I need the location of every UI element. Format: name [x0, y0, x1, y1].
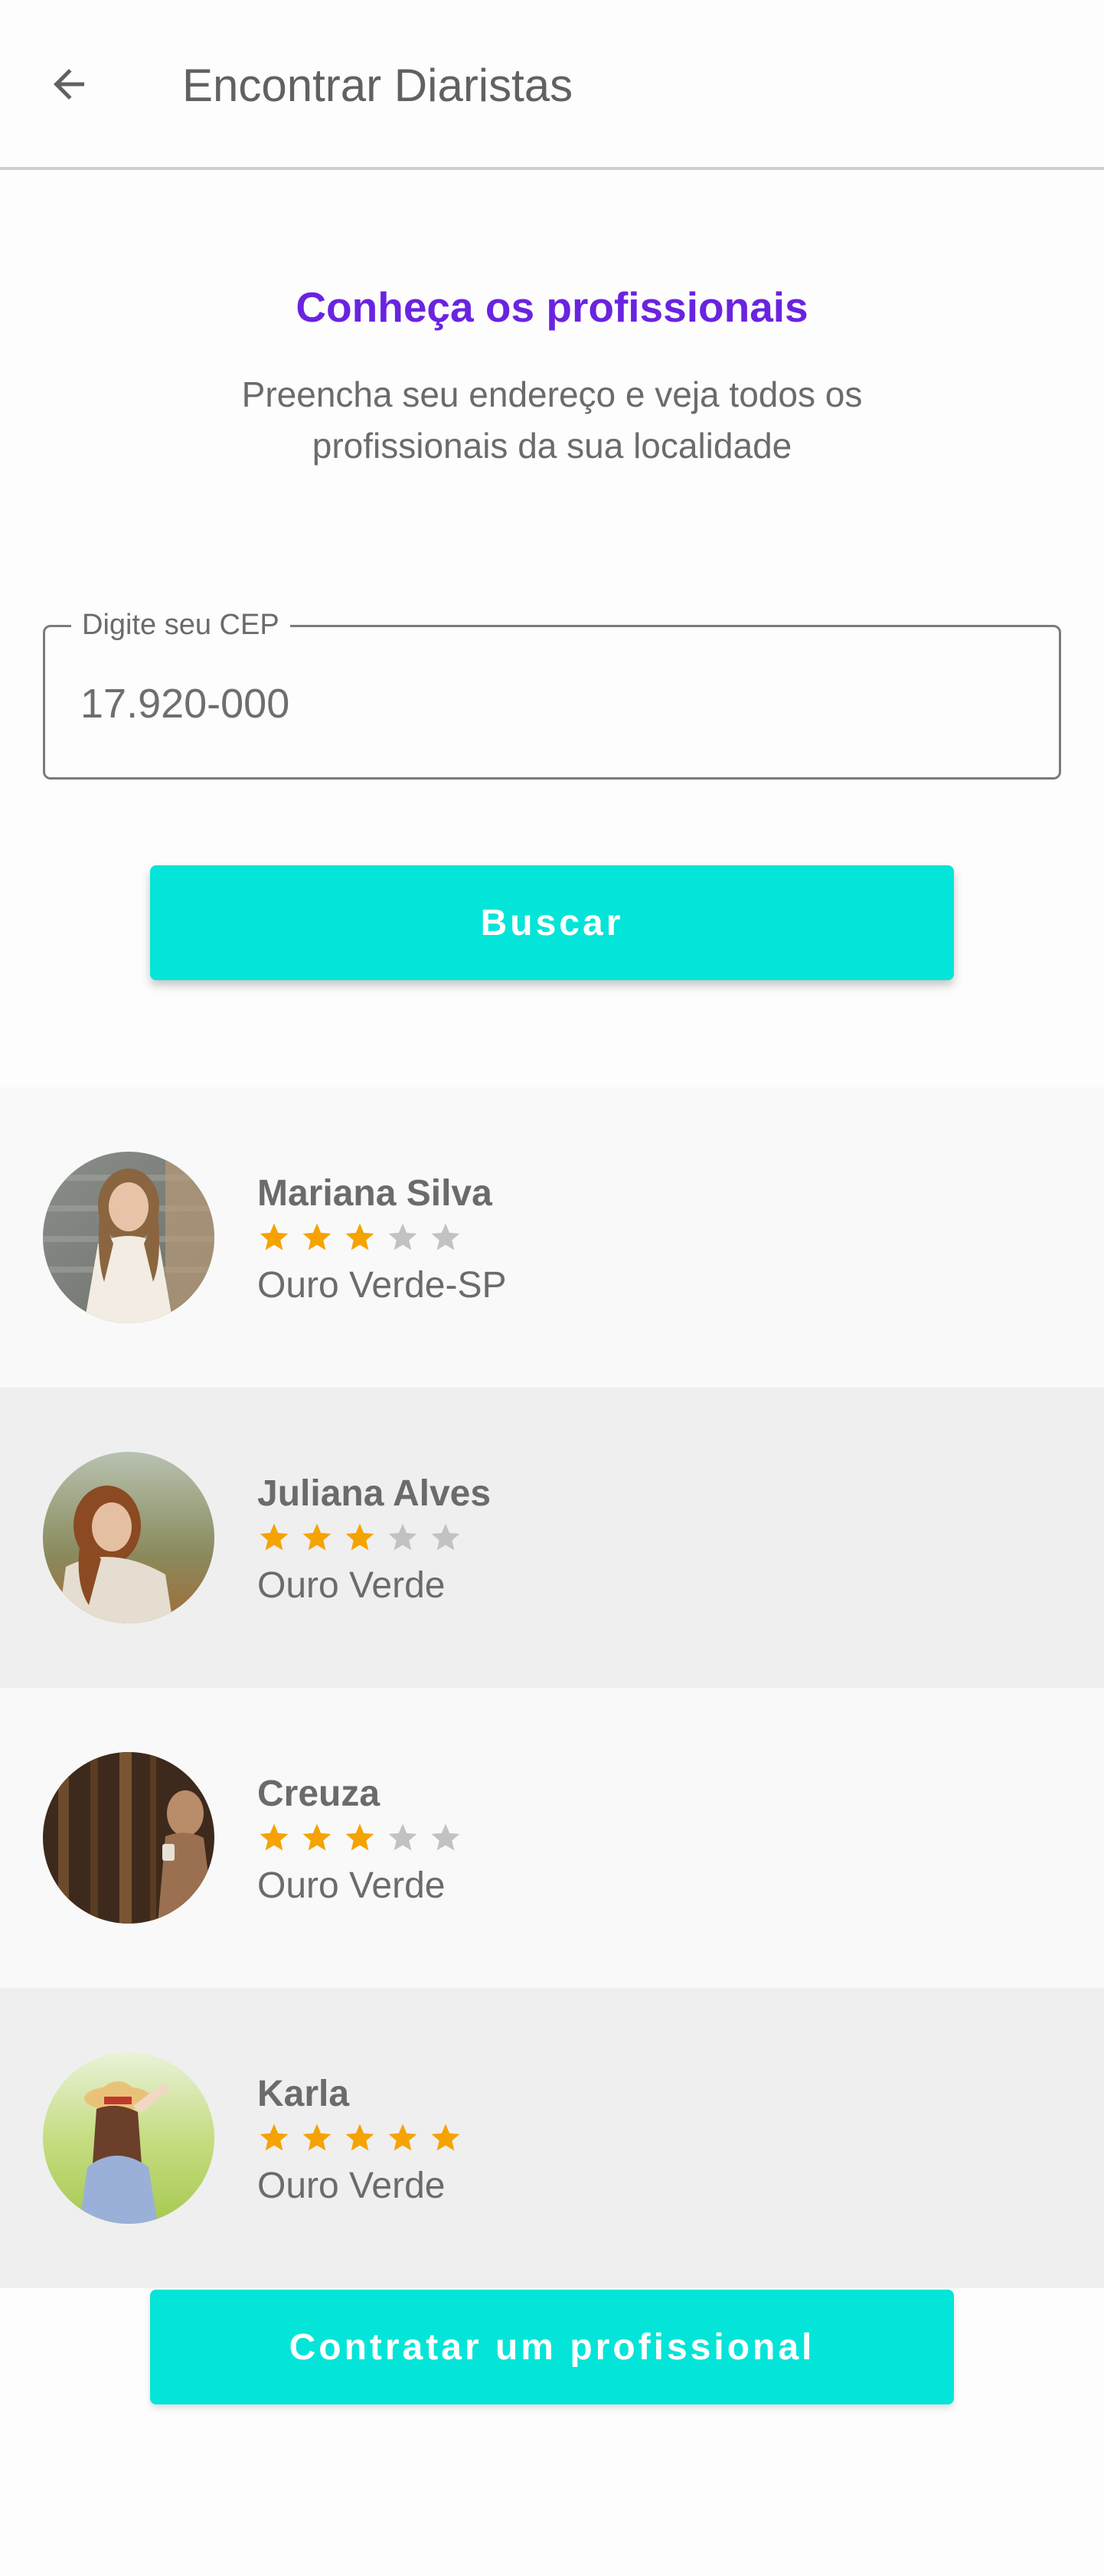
star-empty-icon: [429, 1518, 472, 1558]
section-headline: Conheça os profissionais: [296, 283, 808, 331]
avatar: [43, 2052, 214, 2224]
star-filled-icon: [343, 2118, 386, 2158]
star-empty-icon: [429, 1818, 472, 1858]
hire-professional-button[interactable]: Contratar um profissional: [150, 2290, 954, 2404]
star-filled-icon: [257, 1218, 300, 1257]
avatar: [43, 1452, 214, 1623]
cep-input[interactable]: [80, 672, 999, 736]
page-title: Encontrar Diaristas: [182, 60, 573, 111]
star-filled-icon: [386, 2118, 429, 2158]
arrow-left-icon: [54, 69, 84, 100]
professional-city: Ouro Verde: [257, 1865, 446, 1906]
professional-item[interactable]: Karla Ouro Verde: [0, 1988, 1104, 2288]
avatar: [43, 1152, 214, 1323]
cep-field-label: Digite seu CEP: [71, 606, 290, 643]
professional-city: Ouro Verde: [257, 1565, 446, 1606]
professional-name: Creuza: [257, 1773, 381, 1814]
star-empty-icon: [429, 1218, 472, 1257]
professional-item[interactable]: Mariana Silva Ouro Verde-SP: [0, 1087, 1104, 1388]
professional-name: Juliana Alves: [257, 1473, 492, 1514]
professional-item[interactable]: Juliana Alves Ouro Verde: [0, 1388, 1104, 1688]
back-button[interactable]: [37, 52, 101, 116]
star-empty-icon: [386, 1818, 429, 1858]
rating-stars: [257, 2118, 472, 2158]
search-button[interactable]: Buscar: [150, 865, 954, 980]
professional-city: Ouro Verde: [257, 2166, 446, 2206]
star-filled-icon: [257, 1818, 300, 1858]
star-empty-icon: [386, 1518, 429, 1558]
cep-field[interactable]: Digite seu CEP: [43, 606, 1061, 780]
avatar: [43, 1752, 214, 1924]
star-filled-icon: [300, 1518, 343, 1558]
rating-stars: [257, 1218, 472, 1257]
star-filled-icon: [343, 1518, 386, 1558]
professionals-list: Mariana Silva Ouro Verde-SP Juliana Alve…: [0, 1087, 1104, 2288]
star-filled-icon: [343, 1818, 386, 1858]
star-filled-icon: [300, 1818, 343, 1858]
star-filled-icon: [300, 2118, 343, 2158]
section-subtitle: Preencha seu endereço e veja todos os pr…: [241, 374, 863, 466]
professional-item[interactable]: Creuza Ouro Verde: [0, 1688, 1104, 1988]
professional-name: Mariana Silva: [257, 1173, 492, 1214]
star-empty-icon: [386, 1218, 429, 1257]
star-filled-icon: [257, 2118, 300, 2158]
star-filled-icon: [429, 2118, 472, 2158]
rating-stars: [257, 1818, 472, 1858]
app-bar: Encontrar Diaristas: [0, 0, 1104, 170]
star-filled-icon: [257, 1518, 300, 1558]
professional-city: Ouro Verde-SP: [257, 1265, 507, 1306]
rating-stars: [257, 1518, 472, 1558]
professional-name: Karla: [257, 2074, 350, 2114]
star-filled-icon: [343, 1218, 386, 1257]
star-filled-icon: [300, 1218, 343, 1257]
